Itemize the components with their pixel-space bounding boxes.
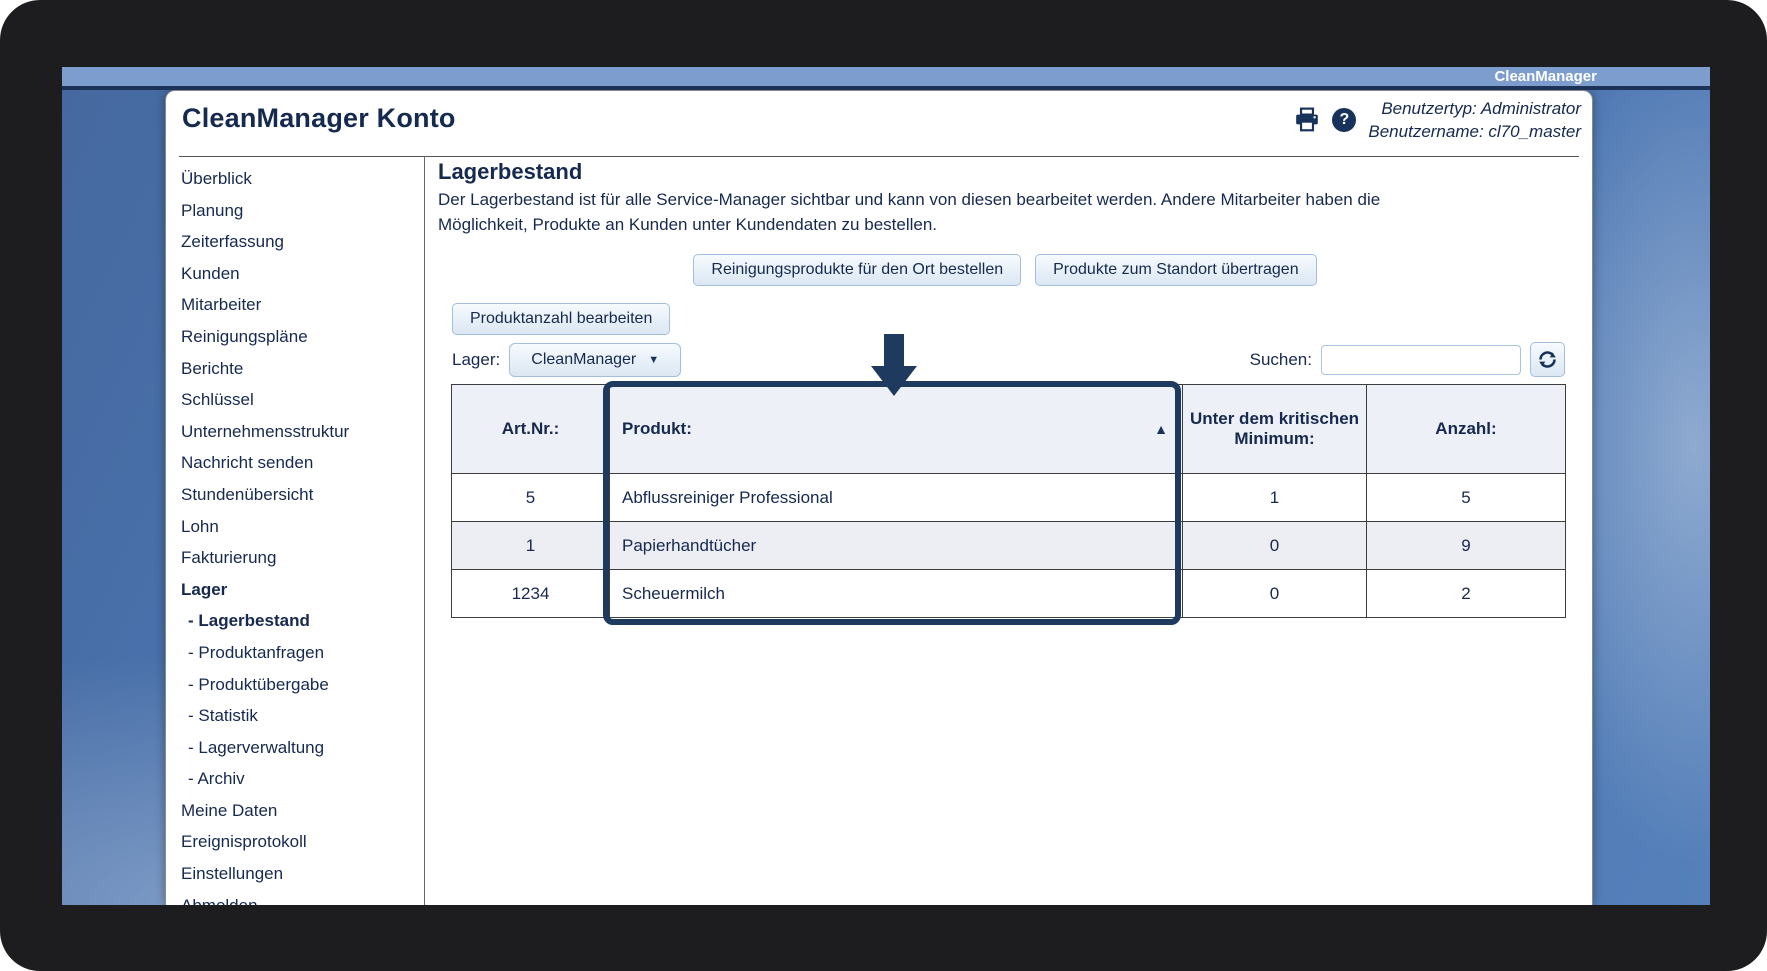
edit-product-count-button[interactable]: Produktanzahl bearbeiten [452, 303, 671, 335]
sidebar-item-zeiterfassung[interactable]: Zeiterfassung [181, 226, 424, 258]
header-right-block: ? Benutzertyp: Administrator Benutzernam… [1294, 97, 1581, 143]
section-title: Lagerbestand [438, 159, 583, 184]
sidebar-item-reinigungsplaene[interactable]: Reinigungspläne [181, 321, 424, 353]
filter-row: Lager: CleanManager ▼ Suchen: [452, 342, 1565, 377]
user-type-label: Benutzertyp: Administrator [1381, 99, 1581, 118]
table-row[interactable]: 1234 Scheuermilch 0 2 [451, 569, 1566, 618]
sidebar-item-abmelden[interactable]: Abmelden [181, 890, 424, 905]
sidebar-item-lager[interactable]: Lager [181, 574, 424, 606]
header-divider [179, 156, 1579, 157]
transfer-products-button[interactable]: Produkte zum Standort übertragen [1035, 254, 1317, 286]
cell-produkt: Papierhandtücher [609, 521, 1183, 570]
sidebar-nav: Überblick Planung Zeiterfassung Kunden M… [181, 163, 424, 905]
cell-artnr: 1 [451, 521, 610, 570]
sidebar-item-unternehmensstruktur[interactable]: Unternehmensstruktur [181, 416, 424, 448]
sidebar-item-berichte[interactable]: Berichte [181, 353, 424, 385]
cell-minimum: 1 [1182, 473, 1367, 522]
sidebar-item-lagerverwaltung[interactable]: - Lagerverwaltung [181, 732, 424, 764]
app-panel: CleanManager Konto ? Benutzertyp: Admini… [165, 90, 1593, 905]
sidebar-item-einstellungen[interactable]: Einstellungen [181, 858, 424, 890]
sidebar-item-mitarbeiter[interactable]: Mitarbeiter [181, 289, 424, 321]
sidebar-item-produktanfragen[interactable]: - Produktanfragen [181, 637, 424, 669]
search-input[interactable] [1321, 344, 1521, 375]
sidebar-item-fakturierung[interactable]: Fakturierung [181, 542, 424, 574]
sidebar-item-planung[interactable]: Planung [181, 195, 424, 227]
sidebar-item-lagerbestand[interactable]: - Lagerbestand [181, 605, 424, 637]
lager-filter-group: Lager: CleanManager ▼ [452, 342, 682, 377]
cell-anzahl: 2 [1366, 569, 1566, 618]
order-products-button[interactable]: Reinigungsprodukte für den Ort bestellen [693, 254, 1022, 286]
sidebar-item-kunden[interactable]: Kunden [181, 258, 424, 290]
chevron-down-icon: ▼ [648, 353, 660, 366]
cell-anzahl: 5 [1366, 473, 1566, 522]
cell-produkt: Scheuermilch [609, 569, 1183, 618]
inventory-table-wrap: Art.Nr.: Produkt: ▲ Unter dem kritischen… [451, 334, 1566, 625]
sidebar-content-divider [424, 156, 425, 905]
main-content: Lagerbestand Der Lagerbestand ist für al… [438, 159, 1572, 625]
col-header-produkt-label: Produkt: [622, 419, 692, 438]
cell-minimum: 0 [1182, 569, 1367, 618]
print-icon[interactable] [1294, 107, 1320, 133]
col-header-artnr[interactable]: Art.Nr.: [451, 384, 610, 474]
sidebar-item-meine-daten[interactable]: Meine Daten [181, 795, 424, 827]
help-icon[interactable]: ? [1331, 107, 1357, 133]
lager-label: Lager: [452, 349, 501, 369]
refresh-icon [1539, 351, 1556, 368]
col-header-kritisches-minimum[interactable]: Unter dem kritischen Minimum: [1182, 384, 1367, 474]
table-header-row: Art.Nr.: Produkt: ▲ Unter dem kritischen… [451, 384, 1566, 474]
cell-artnr: 1234 [451, 569, 610, 618]
sort-asc-icon: ▲ [1154, 421, 1168, 437]
edit-button-row: Produktanzahl bearbeiten [452, 303, 1572, 335]
search-group: Suchen: [1250, 342, 1565, 377]
user-info: Benutzertyp: Administrator Benutzername:… [1368, 97, 1581, 143]
browser-title-bar: CleanManager [62, 67, 1710, 90]
sidebar-item-ueberblick[interactable]: Überblick [181, 163, 424, 195]
refresh-button[interactable] [1530, 342, 1565, 377]
lager-select[interactable]: CleanManager ▼ [509, 342, 682, 377]
top-button-row: Reinigungsprodukte für den Ort bestellen… [438, 254, 1572, 286]
cell-minimum: 0 [1182, 521, 1367, 570]
col-header-produkt[interactable]: Produkt: ▲ [609, 384, 1183, 474]
sidebar-item-ereignisprotokoll[interactable]: Ereignisprotokoll [181, 826, 424, 858]
sidebar-item-archiv[interactable]: - Archiv [181, 763, 424, 795]
section-description: Der Lagerbestand ist für alle Service-Ma… [438, 190, 1381, 234]
screen: CleanManager CleanManager Konto ? Benutz… [0, 0, 1767, 971]
sidebar-item-schluessel[interactable]: Schlüssel [181, 384, 424, 416]
desktop-background: CleanManager CleanManager Konto ? Benutz… [62, 67, 1710, 905]
search-label: Suchen: [1249, 349, 1312, 369]
cell-produkt: Abflussreiniger Professional [609, 473, 1183, 522]
sidebar-item-lohn[interactable]: Lohn [181, 511, 424, 543]
user-name-label: Benutzername: cl70_master [1368, 122, 1581, 141]
table-row[interactable]: 1 Papierhandtücher 0 9 [451, 521, 1566, 570]
table-row[interactable]: 5 Abflussreiniger Professional 1 5 [451, 473, 1566, 522]
sidebar-item-produktuebergabe[interactable]: - Produktübergabe [181, 669, 424, 701]
inventory-table: Art.Nr.: Produkt: ▲ Unter dem kritischen… [451, 384, 1566, 618]
col-header-anzahl[interactable]: Anzahl: [1366, 384, 1566, 474]
lager-selected-value: CleanManager [531, 350, 637, 368]
brand-label: CleanManager [1494, 68, 1597, 85]
page-title: CleanManager Konto [182, 103, 456, 133]
sidebar-item-statistik[interactable]: - Statistik [181, 700, 424, 732]
sidebar-item-nachricht-senden[interactable]: Nachricht senden [181, 447, 424, 479]
cell-anzahl: 9 [1366, 521, 1566, 570]
sidebar-item-stundenuebersicht[interactable]: Stundenübersicht [181, 479, 424, 511]
cell-artnr: 5 [451, 473, 610, 522]
